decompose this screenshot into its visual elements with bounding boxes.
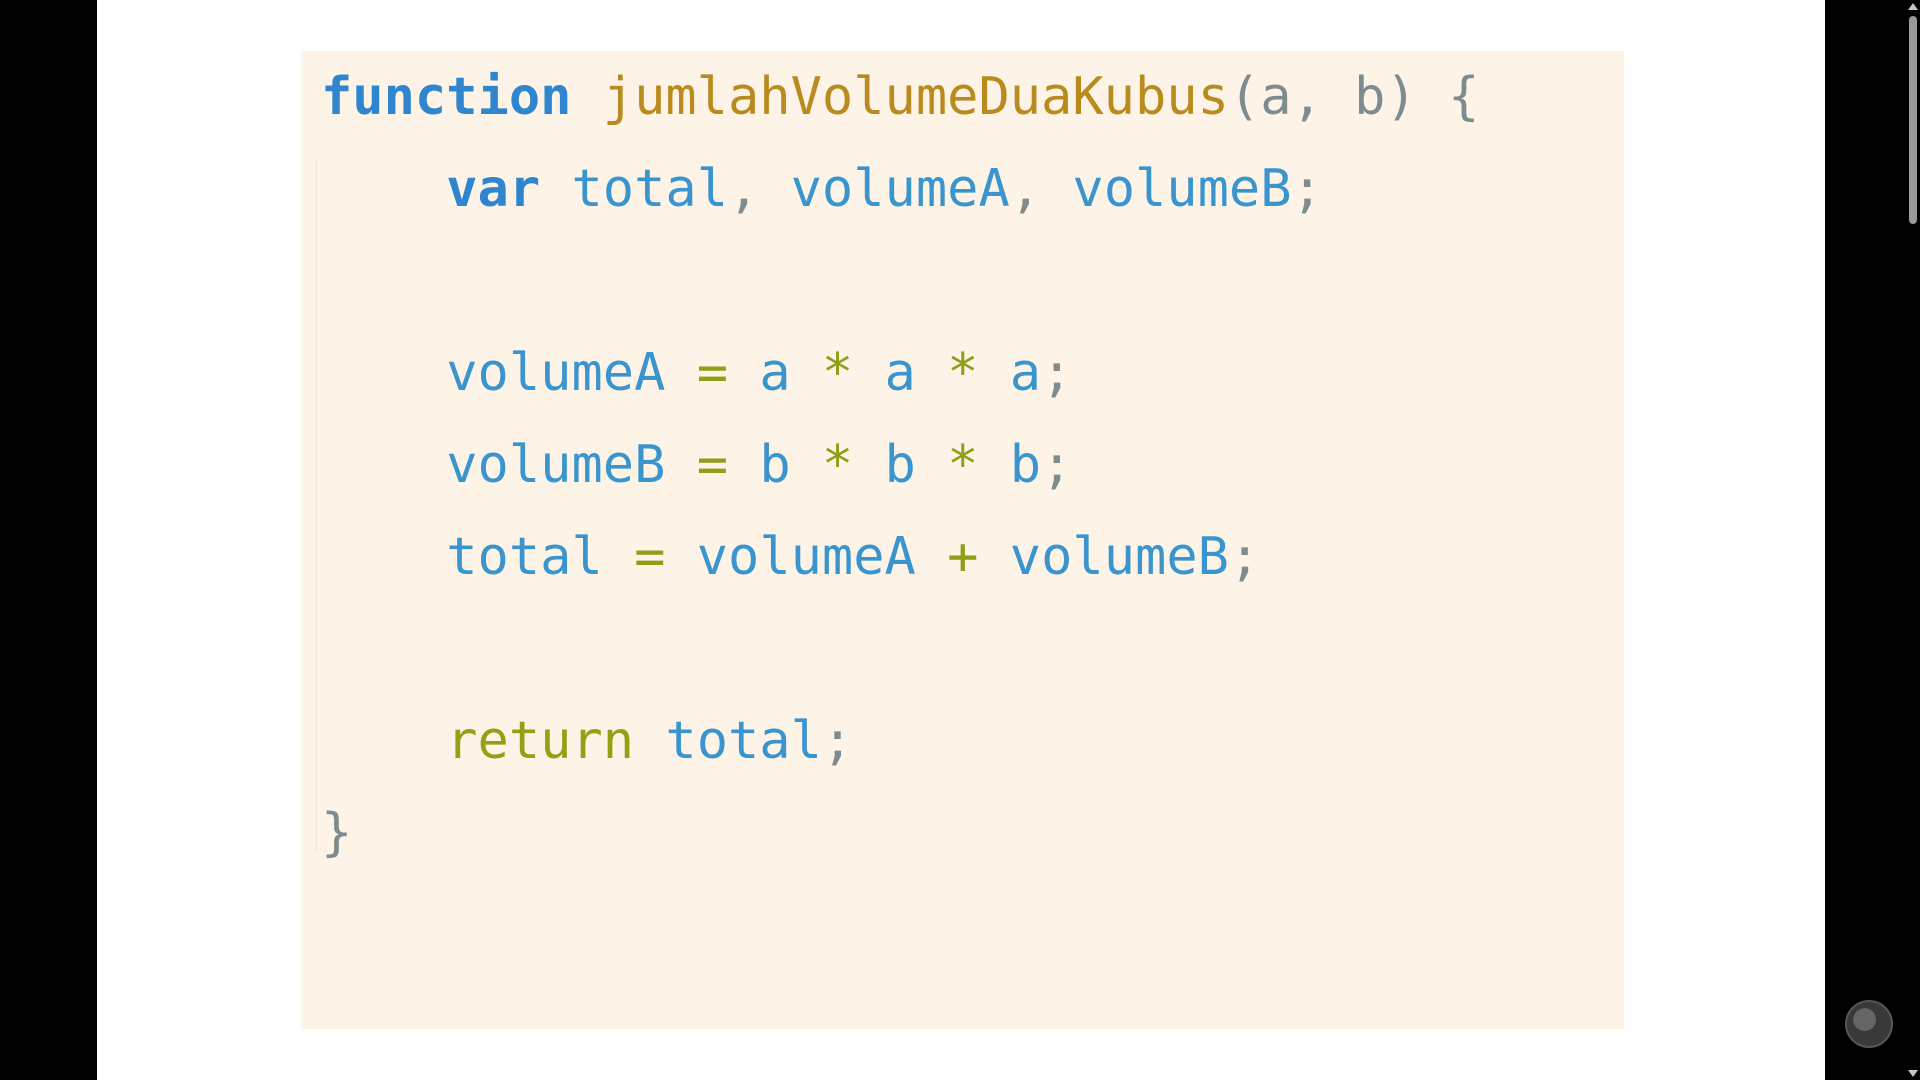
code-token: volumeB [446,435,666,495]
code-token: + [915,527,1010,587]
code-token: volumeA [759,159,1010,219]
code-token: jumlahVolumeDuaKubus [602,67,1229,127]
code-line: volumeB = b * b * b; [321,419,1479,511]
code-token: volumeB [1041,159,1292,219]
code-token: = [665,435,760,495]
scroll-down-arrow-icon[interactable] [1908,1070,1918,1077]
vertical-scrollbar[interactable] [1906,0,1920,1080]
code-token: * [915,435,1010,495]
code-token: = [602,527,697,587]
code-token: ; [1291,159,1323,219]
code-token: ; [821,711,854,771]
code-token: ; [1041,435,1073,495]
channel-logo-icon [1845,1000,1893,1048]
code-line: function jumlahVolumeDuaKubus(a, b) { [321,51,1479,143]
code-line: total = volumeA + volumeB; [321,511,1479,603]
code-line: } [321,787,1479,879]
code-token: b [1354,67,1386,127]
code-token: ) [1385,67,1417,127]
code-token: function [321,67,572,127]
code-line: var total, volumeA, volumeB; [321,143,1479,235]
scrollbar-thumb[interactable] [1909,16,1917,224]
code-token: , [1291,67,1355,127]
code-token: return [446,711,635,771]
code-token: total [446,527,603,587]
code-token: b [759,435,791,495]
code-token: volumeA [446,343,666,403]
page: function jumlahVolumeDuaKubus(a, b) { va… [97,0,1825,1080]
code-token: ; [1228,527,1261,587]
code-block: function jumlahVolumeDuaKubus(a, b) { va… [321,51,1479,879]
code-token: * [915,343,1010,403]
code-token: a [1260,67,1292,127]
code-line: volumeA = a * a * a; [321,327,1479,419]
code-token: total [540,159,728,219]
code-panel: function jumlahVolumeDuaKubus(a, b) { va… [301,51,1624,1029]
code-token: , [728,159,760,219]
code-line: return total; [321,695,1479,787]
code-token: volumeB [1009,527,1229,587]
code-token: * [790,343,885,403]
code-token: ( [1228,67,1261,127]
code-token: = [665,343,760,403]
code-token: b [884,435,916,495]
code-token: * [790,435,885,495]
code-token: var [446,159,541,219]
code-token: total [634,711,822,771]
indent-guide [316,161,317,851]
code-token: } [321,803,353,863]
code-token: a [884,343,916,403]
code-token: , [1009,159,1042,219]
code-token: ; [1041,343,1073,403]
code-token: a [1009,343,1042,403]
code-token: b [1009,435,1042,495]
code-token: volumeA [696,527,916,587]
code-token: a [759,343,791,403]
code-token: { [1416,67,1480,127]
scroll-up-arrow-icon[interactable] [1908,3,1918,10]
